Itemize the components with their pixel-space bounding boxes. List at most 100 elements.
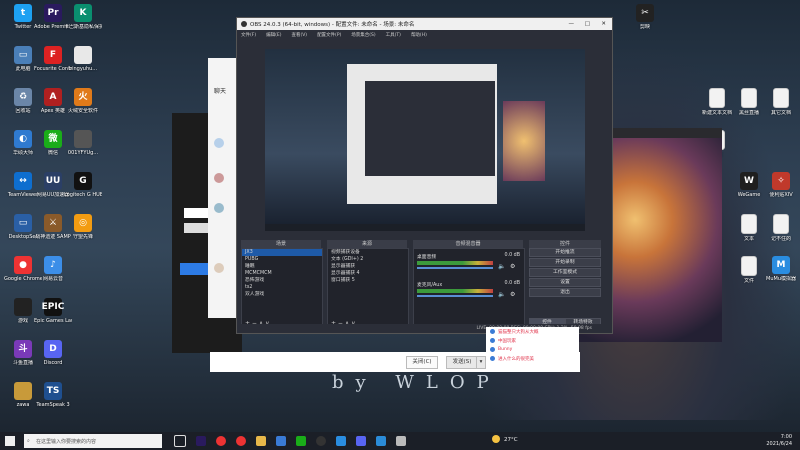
minimize-icon[interactable]: — <box>569 21 575 27</box>
gear-icon[interactable]: ⚙ <box>510 263 515 270</box>
menu-item-0[interactable]: 文件(F) <box>241 32 256 38</box>
desktop-icon-label: 便利贴XIV <box>769 192 793 198</box>
volume-meter <box>417 289 493 293</box>
scene-item[interactable]: 恐怖游戏 <box>242 277 322 284</box>
photos-icon[interactable] <box>396 436 406 446</box>
menu-item-2[interactable]: 查看(V) <box>291 32 307 38</box>
scene-item[interactable]: ts2 <box>242 284 322 291</box>
control-button-2[interactable]: 工作室模式 <box>529 268 601 277</box>
scene-item[interactable]: PUBG <box>242 256 322 263</box>
desktop-icon-5[interactable]: bingyuhu... <box>64 46 102 72</box>
app-icon: ✂ <box>636 4 654 22</box>
app-icon: ↔ <box>14 172 32 190</box>
control-button-1[interactable]: 开始录制 <box>529 258 601 267</box>
desktop-icon-2[interactable]: K 卡巴斯基隐私保护软件 <box>64 4 102 30</box>
discord-taskbar-icon[interactable] <box>356 436 366 446</box>
volume-slider[interactable] <box>417 267 493 269</box>
source-item[interactable]: 文本 (GDI+) 2 <box>328 256 408 263</box>
obs-window[interactable]: OBS 24.0.3 (64-bit, windows) - 配置文件: 未命名… <box>236 17 613 334</box>
avatar <box>490 329 495 334</box>
scene-item[interactable]: JX3 <box>242 249 322 256</box>
desktop-icon-right-6[interactable]: ✧ 便利贴XIV <box>762 172 800 198</box>
menu-item-5[interactable]: 工具(T) <box>386 32 401 38</box>
start-button[interactable] <box>5 436 15 446</box>
file-icon <box>773 214 789 234</box>
system-clock[interactable]: 7:00 2021/6/24 <box>766 434 792 448</box>
desktop-icon-label: 网易云音 <box>42 276 63 282</box>
store-icon[interactable] <box>336 436 346 446</box>
desktop-icon-23[interactable]: D Discord <box>34 340 72 366</box>
controls-dock: 开始推流 开始录制 工作室模式 设置 退出 控件 转场特效 <box>529 248 601 328</box>
file-icon <box>773 88 789 108</box>
taskbar-search[interactable]: ⌕ 在这里输入你要搜索的内容 <box>24 434 162 448</box>
scene-item[interactable]: 睡眠 <box>242 263 322 270</box>
scene-item[interactable]: 双人游戏 <box>242 291 322 298</box>
gear-icon[interactable]: ⚙ <box>510 291 515 298</box>
source-item[interactable]: 显示器捕获 4 <box>328 270 408 277</box>
app-icon <box>74 46 92 64</box>
app-icon: G <box>74 172 92 190</box>
qq-taskbar-icon[interactable] <box>376 436 386 446</box>
menu-item-6[interactable]: 帮助(H) <box>411 32 427 38</box>
mail-icon[interactable] <box>276 436 286 446</box>
file-icon <box>741 256 757 276</box>
desktop-icon-8[interactable]: 火火绒安全软件 <box>64 88 102 114</box>
explorer-icon[interactable] <box>256 436 266 446</box>
app-icon <box>14 298 32 316</box>
desktop-icon-label: 001YFYUg... <box>67 150 99 156</box>
premiere-icon[interactable] <box>196 436 206 446</box>
menu-item-1[interactable]: 编辑(E) <box>266 32 281 38</box>
control-button-3[interactable]: 设置 <box>529 278 601 287</box>
desktop-icon-right-3[interactable]: 其它文档 <box>762 88 800 116</box>
desktop-icon-19[interactable]: ♪ 网易云音 <box>34 256 72 282</box>
desktop-icon-right-10[interactable]: M MuMu模拟器 <box>762 256 800 282</box>
preview-nested-art <box>503 101 545 181</box>
app-icon: ◐ <box>14 130 32 148</box>
obs-taskbar-icon[interactable] <box>316 436 326 446</box>
scene-item[interactable]: MCMCMCM <box>242 270 322 277</box>
desktop-icon-17[interactable]: ◎ 守望先锋 <box>64 214 102 240</box>
app-icon: F <box>44 46 62 64</box>
mixer-channel-name: 桌面音频 <box>417 255 437 260</box>
desktop-icon-25[interactable]: TS TeamSpeak 3 <box>34 382 72 408</box>
control-button-0[interactable]: 开始推流 <box>529 248 601 257</box>
avatar <box>214 263 224 273</box>
danmaku-message: 中国玩家 <box>486 336 579 345</box>
source-item[interactable]: 视频捕获设备 <box>328 249 408 256</box>
close-icon[interactable]: ✕ <box>601 21 606 27</box>
mixer-channel-level: 0.0 dB <box>504 281 521 286</box>
task-view-icon[interactable] <box>174 435 186 447</box>
maximize-icon[interactable]: □ <box>585 21 590 27</box>
desktop-icon-21[interactable]: EPIC Epic Games Launcher <box>34 298 72 324</box>
danmaku-text: 中国玩家 <box>498 338 516 344</box>
chat-login-button[interactable] <box>180 263 210 275</box>
volume-slider[interactable] <box>417 295 493 297</box>
menu-item-3[interactable]: 配置文件(P) <box>317 32 341 38</box>
wechat-icon[interactable] <box>296 436 306 446</box>
chrome-icon[interactable] <box>236 436 246 446</box>
source-item[interactable]: 显示器捕获 <box>328 263 408 270</box>
close-button[interactable]: 关闭(C) <box>406 356 438 369</box>
desktop-icon-right-0[interactable]: ✂ 剪映 <box>626 4 664 30</box>
speaker-icon[interactable]: 🔈 <box>498 291 505 298</box>
obs-titlebar[interactable]: OBS 24.0.3 (64-bit, windows) - 配置文件: 未命名… <box>237 18 612 30</box>
speaker-icon[interactable]: 🔈 <box>498 263 505 270</box>
menu-item-4[interactable]: 场景集合(S) <box>351 32 375 38</box>
netease-music-icon[interactable] <box>216 436 226 446</box>
app-icon: ♪ <box>44 256 62 274</box>
danmaku-message: 猫猫整只大狗从大概 <box>486 327 579 336</box>
app-icon <box>14 382 32 400</box>
obs-preview[interactable] <box>265 49 585 231</box>
desktop-icon-right-8[interactable]: 记不住的 <box>762 214 800 242</box>
danmaku-text: Bunny <box>498 347 513 352</box>
desktop-icon-11[interactable]: 001YFYUg... <box>64 130 102 156</box>
preview-taskbar <box>265 224 585 231</box>
desktop-icon-14[interactable]: G Logitech G HUB <box>64 172 102 198</box>
desktop-icon-label: 记不住的 <box>770 236 791 242</box>
send-button[interactable]: 发送(S) <box>446 356 478 369</box>
danmaku-text: 猫猫整只大狗从大概 <box>498 329 539 335</box>
send-options-button[interactable]: ▾ <box>476 356 486 369</box>
danmaku-message: Bunny <box>486 345 579 354</box>
source-item[interactable]: 窗口捕获 5 <box>328 277 408 284</box>
control-button-4[interactable]: 退出 <box>529 288 601 297</box>
